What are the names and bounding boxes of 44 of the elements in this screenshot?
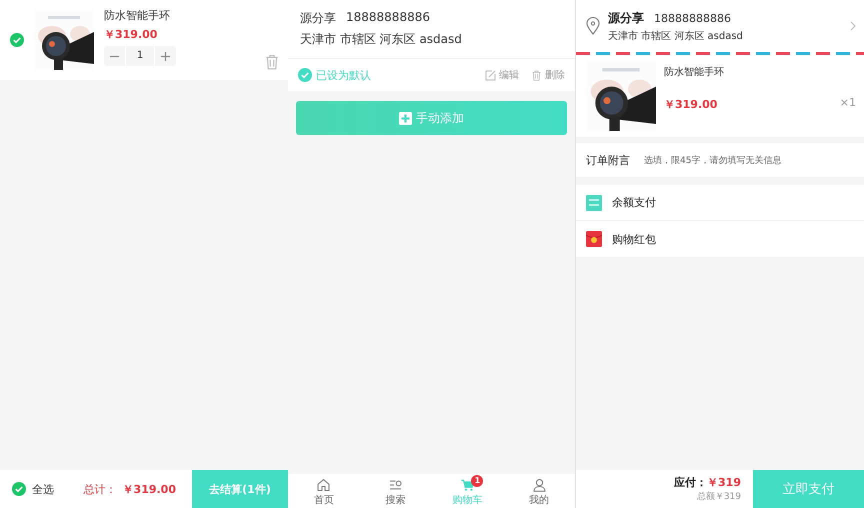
remark-label: 订单附言 xyxy=(586,152,630,168)
check-icon[interactable] xyxy=(10,33,24,47)
product-price: ￥319.00 xyxy=(664,97,718,112)
search-icon xyxy=(387,478,404,492)
edit-button[interactable]: 编辑 xyxy=(485,68,519,82)
wallet-icon xyxy=(586,194,602,210)
tab-item[interactable]: 我的 xyxy=(503,474,575,508)
product-title: 防水智能手环 xyxy=(104,8,171,23)
cart-icon xyxy=(458,478,476,492)
address-text: 天津市 市辖区 河东区 asdasd xyxy=(608,30,744,42)
location-pin-icon xyxy=(586,17,600,35)
product-price: ￥319.00 xyxy=(104,27,158,42)
cart-count-badge: 1 xyxy=(471,475,484,487)
remark-field[interactable]: 选填，限45字，请勿填写无关信息 xyxy=(644,152,854,168)
edit-icon xyxy=(485,70,496,80)
trash-icon[interactable] xyxy=(531,70,542,80)
amount-due: ￥319 xyxy=(707,475,741,490)
user-icon xyxy=(530,478,548,492)
total-label: 总计： xyxy=(84,482,117,496)
total-amount: 总额￥319 xyxy=(696,490,741,503)
trash-icon[interactable] xyxy=(264,54,280,70)
contact-phone: 18888888886 xyxy=(654,12,731,24)
tab-item[interactable]: 搜索 xyxy=(360,474,432,508)
product-title: 防水智能手环 xyxy=(664,66,725,79)
product-quantity: ×1 xyxy=(840,96,856,108)
home-icon xyxy=(315,478,332,492)
chevron-right-icon[interactable] xyxy=(850,21,856,31)
gift-envelope-icon xyxy=(586,231,602,247)
delete-button[interactable]: 删除 xyxy=(531,68,565,82)
tab-item[interactable]: 购物车 1 xyxy=(432,474,504,508)
select-all-label[interactable]: 全选 xyxy=(32,482,54,496)
contact-phone: 18888888886 xyxy=(346,10,430,26)
amount-due-label: 应付： xyxy=(674,475,708,490)
contact-name: 源分享 xyxy=(608,10,644,26)
plus-icon xyxy=(160,52,170,60)
payment-option[interactable]: 购物红包 xyxy=(576,221,864,257)
payment-option[interactable]: 余额支付 xyxy=(576,185,864,221)
check-icon[interactable] xyxy=(298,68,312,82)
contact-name: 源分享 xyxy=(300,10,336,27)
address-text: 天津市 市辖区 河东区 asdasd xyxy=(300,31,463,48)
check-icon[interactable] xyxy=(12,482,26,496)
total-price: ￥319.00 xyxy=(122,482,176,496)
tab-item[interactable]: 首页 xyxy=(288,474,360,508)
plus-icon xyxy=(399,112,412,124)
